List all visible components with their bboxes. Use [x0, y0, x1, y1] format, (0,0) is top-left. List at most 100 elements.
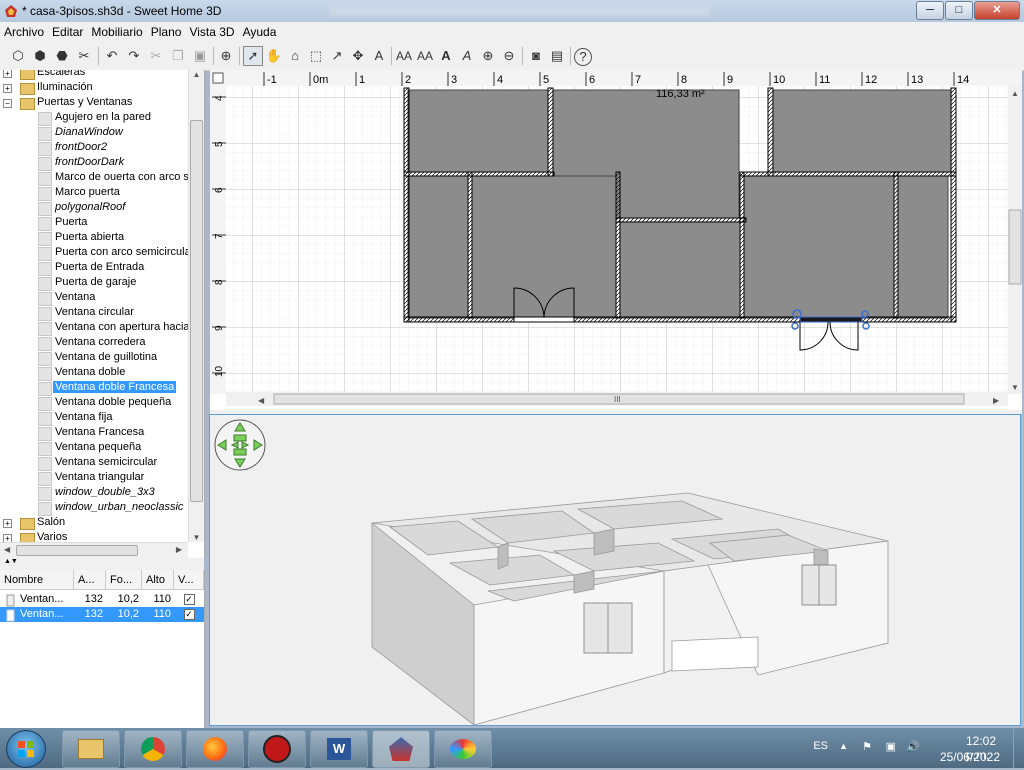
scroll-right-icon[interactable]: ▶	[176, 545, 182, 554]
catalog-item[interactable]: frontDoorDark	[0, 156, 188, 171]
catalog-item[interactable]: Ventana triangular	[0, 471, 188, 486]
catalog-item[interactable]: Puerta de garaje	[0, 276, 188, 291]
3d-view[interactable]	[209, 414, 1021, 726]
select-mode-icon[interactable]: ➚	[243, 46, 263, 66]
menu-ayuda[interactable]: Ayuda	[239, 22, 281, 42]
catalog-hscroll-thumb[interactable]	[16, 545, 138, 556]
plan-scroll-left-icon[interactable]: ◀	[258, 396, 265, 405]
catalog-category[interactable]: + Escaleras	[0, 70, 188, 81]
zoom-in-icon[interactable]: ⊕	[478, 46, 498, 66]
create-video-icon[interactable]: ▤	[547, 46, 567, 66]
catalog-item[interactable]: Ventana Francesa	[0, 426, 188, 441]
increase-text-icon[interactable]: AA	[394, 46, 414, 66]
menu-archivo[interactable]: Archivo	[0, 22, 48, 42]
column-alto[interactable]: Alto	[142, 570, 174, 590]
column-visible[interactable]: V...	[174, 570, 204, 590]
plan-canvas[interactable]: 116,33 m² -1 0m 1 2 3 4 5 6 7 8 9 10 11 12 13 14 456789…	[210, 70, 1022, 410]
paste-icon[interactable]: ▣	[190, 46, 210, 66]
volume-icon[interactable]: 🔊	[906, 740, 920, 753]
zoom-out-icon[interactable]: ⊖	[499, 46, 519, 66]
catalog-item[interactable]: frontDoor2	[0, 141, 188, 156]
help-icon[interactable]: ?	[574, 48, 592, 66]
expand-toggle-icon[interactable]: +	[3, 519, 12, 528]
catalog-item[interactable]: window_double_3x3	[0, 486, 188, 501]
decrease-text-icon[interactable]: AA	[415, 46, 435, 66]
taskbar-explorer[interactable]	[62, 730, 120, 768]
new-home-icon[interactable]: ⬡	[8, 46, 28, 66]
catalog-item[interactable]: window_urban_neoclassic	[0, 501, 188, 516]
taskbar-paint[interactable]	[434, 730, 492, 768]
flag-icon[interactable]: ⚑	[862, 740, 872, 753]
maximize-button[interactable]: □	[945, 1, 973, 20]
visible-checkbox[interactable]: ✓	[183, 594, 195, 605]
open-icon[interactable]: ⬢	[30, 46, 50, 66]
catalog-scroll-thumb[interactable]	[190, 120, 203, 502]
plan-view[interactable]: 116,33 m² -1 0m 1 2 3 4 5 6 7 8 9 10 11 12 13 14 456789…	[210, 70, 1022, 410]
catalog-item[interactable]: DianaWindow	[0, 126, 188, 141]
catalog-item[interactable]: Ventana doble	[0, 366, 188, 381]
language-indicator[interactable]: ES	[813, 740, 828, 752]
add-text-icon[interactable]: A	[369, 46, 389, 66]
plan-scroll-up-icon[interactable]: ▲	[1011, 89, 1019, 98]
furniture-table[interactable]: Nombre A... Fo... Alto V... Ventan... 13…	[0, 570, 205, 728]
catalog-item[interactable]: Ventana	[0, 291, 188, 306]
redo-icon[interactable]: ↷	[124, 46, 144, 66]
catalog-item[interactable]: Ventana con apertura hacia	[0, 321, 190, 336]
catalog-item[interactable]: Ventana fija	[0, 411, 188, 426]
create-polylines-icon[interactable]: ↗	[327, 46, 347, 66]
close-button[interactable]: ✕	[974, 1, 1020, 20]
catalog-item[interactable]: Ventana doble pequeña	[0, 396, 188, 411]
show-desktop-button[interactable]	[1013, 728, 1024, 768]
menu-editar[interactable]: Editar	[48, 22, 87, 42]
scroll-up-icon[interactable]: ▲	[189, 70, 204, 79]
catalog-item[interactable]: Ventana doble Francesa	[0, 381, 188, 396]
taskbar-firefox[interactable]	[186, 730, 244, 768]
minimize-button[interactable]: ─	[916, 1, 944, 20]
catalog-item[interactable]: Ventana pequeña	[0, 441, 188, 456]
rooms[interactable]	[407, 89, 952, 319]
catalog-item[interactable]: polygonalRoof	[0, 201, 188, 216]
network-icon[interactable]: ▣	[886, 740, 896, 753]
cut-icon[interactable]: ✂	[146, 46, 166, 66]
save-icon[interactable]: ⬣	[52, 46, 72, 66]
furniture-catalog-tree[interactable]: + Escaleras + Iluminación − Puertas y Ventana…	[0, 70, 205, 558]
catalog-item[interactable]: Ventana semicircular	[0, 456, 188, 471]
plan-scroll-right-icon[interactable]: ▶	[993, 396, 1000, 405]
taskbar-app-red[interactable]	[248, 730, 306, 768]
catalog-item[interactable]: Ventana de guillotina	[0, 351, 188, 366]
menu-mobiliario[interactable]: Mobiliario	[87, 22, 146, 42]
catalog-category[interactable]: + Salón	[0, 516, 188, 531]
menu-plano[interactable]: Plano	[147, 22, 186, 42]
3d-navigation-icon[interactable]	[214, 419, 266, 471]
plan-scroll-down-icon[interactable]: ▼	[1011, 383, 1019, 392]
clock-date[interactable]: 25/06/2022	[940, 750, 1000, 764]
catalog-item[interactable]: Ventana circular	[0, 306, 188, 321]
menu-vista3d[interactable]: Vista 3D	[185, 22, 238, 42]
undo-icon[interactable]: ↶	[102, 46, 122, 66]
scroll-down-icon[interactable]: ▼	[189, 533, 204, 542]
taskbar-sweethome3d[interactable]	[372, 730, 430, 768]
visible-checkbox[interactable]: ✓	[183, 609, 195, 620]
catalog-item[interactable]: Puerta de Entrada	[0, 261, 188, 276]
catalog-item[interactable]: Puerta con arco semicircula	[0, 246, 191, 261]
column-fondo[interactable]: Fo...	[106, 570, 142, 590]
taskbar-word[interactable]: W	[310, 730, 368, 768]
taskbar-chrome[interactable]	[124, 730, 182, 768]
3d-canvas[interactable]	[210, 415, 1020, 725]
create-rooms-icon[interactable]: ⬚	[306, 46, 326, 66]
create-dimensions-icon[interactable]: ✥	[348, 46, 368, 66]
create-walls-icon[interactable]: ⌂	[285, 46, 305, 66]
catalog-item[interactable]: Marco puerta	[0, 186, 188, 201]
catalog-category[interactable]: + Iluminación	[0, 81, 188, 96]
expand-toggle-icon[interactable]: +	[3, 84, 12, 93]
catalog-item[interactable]: Marco de ouerta con arco s	[0, 171, 189, 186]
catalog-horizontal-scrollbar[interactable]: ◀ ▶	[0, 542, 188, 558]
expand-toggle-icon[interactable]: −	[3, 99, 12, 108]
copy-icon[interactable]: ❐	[168, 46, 188, 66]
catalog-item[interactable]: Puerta abierta	[0, 231, 188, 246]
start-button[interactable]	[6, 730, 46, 768]
pan-icon[interactable]: ✋	[264, 46, 284, 66]
catalog-item[interactable]: Puerta	[0, 216, 188, 231]
bold-text-icon[interactable]: A	[436, 46, 456, 66]
column-ancho[interactable]: A...	[74, 570, 106, 590]
